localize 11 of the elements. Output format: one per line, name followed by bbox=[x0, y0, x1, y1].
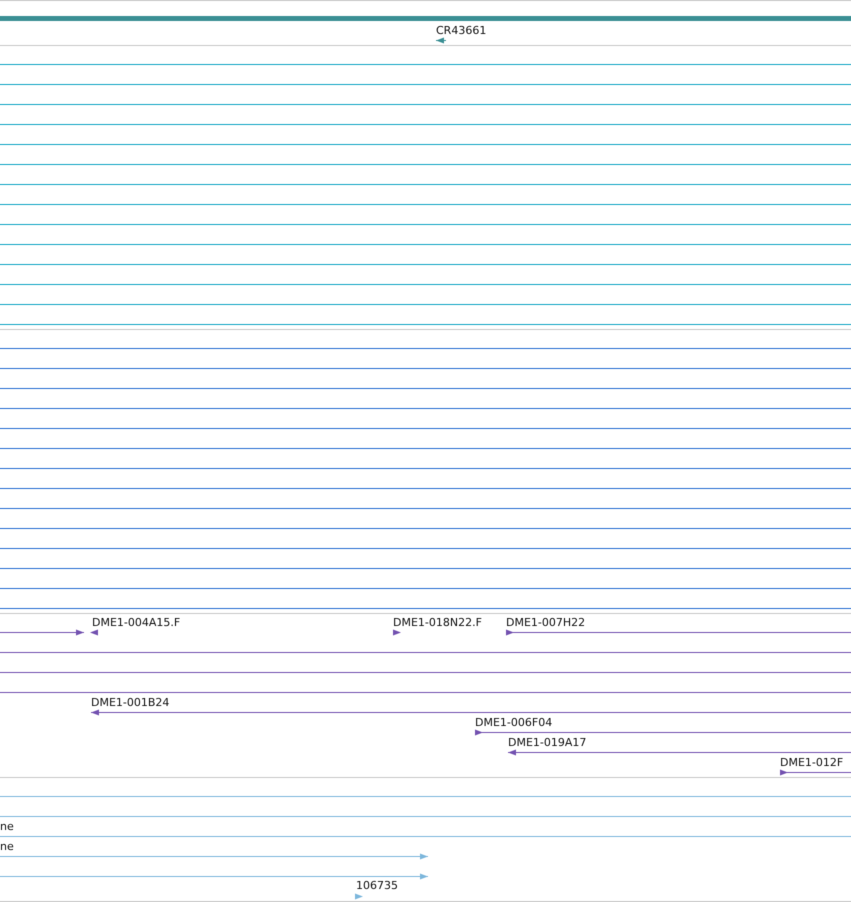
feature-label[interactable]: DME1-006F04 bbox=[475, 716, 552, 729]
feature-label[interactable]: DME1-019A17 bbox=[508, 736, 586, 749]
feature-label[interactable]: DME1-012F bbox=[780, 756, 844, 769]
feature-label[interactable]: ne bbox=[0, 820, 14, 833]
feature-label[interactable]: ne bbox=[0, 840, 14, 853]
feature-label[interactable]: DME1-018N22.F bbox=[393, 616, 482, 629]
feature-label[interactable]: CR43661 bbox=[436, 24, 486, 37]
feature-label[interactable]: DME1-001B24 bbox=[91, 696, 170, 709]
feature-label[interactable]: DME1-004A15.F bbox=[92, 616, 180, 629]
feature-label[interactable]: 106735 bbox=[356, 879, 398, 892]
feature-label[interactable]: DME1-007H22 bbox=[506, 616, 586, 629]
